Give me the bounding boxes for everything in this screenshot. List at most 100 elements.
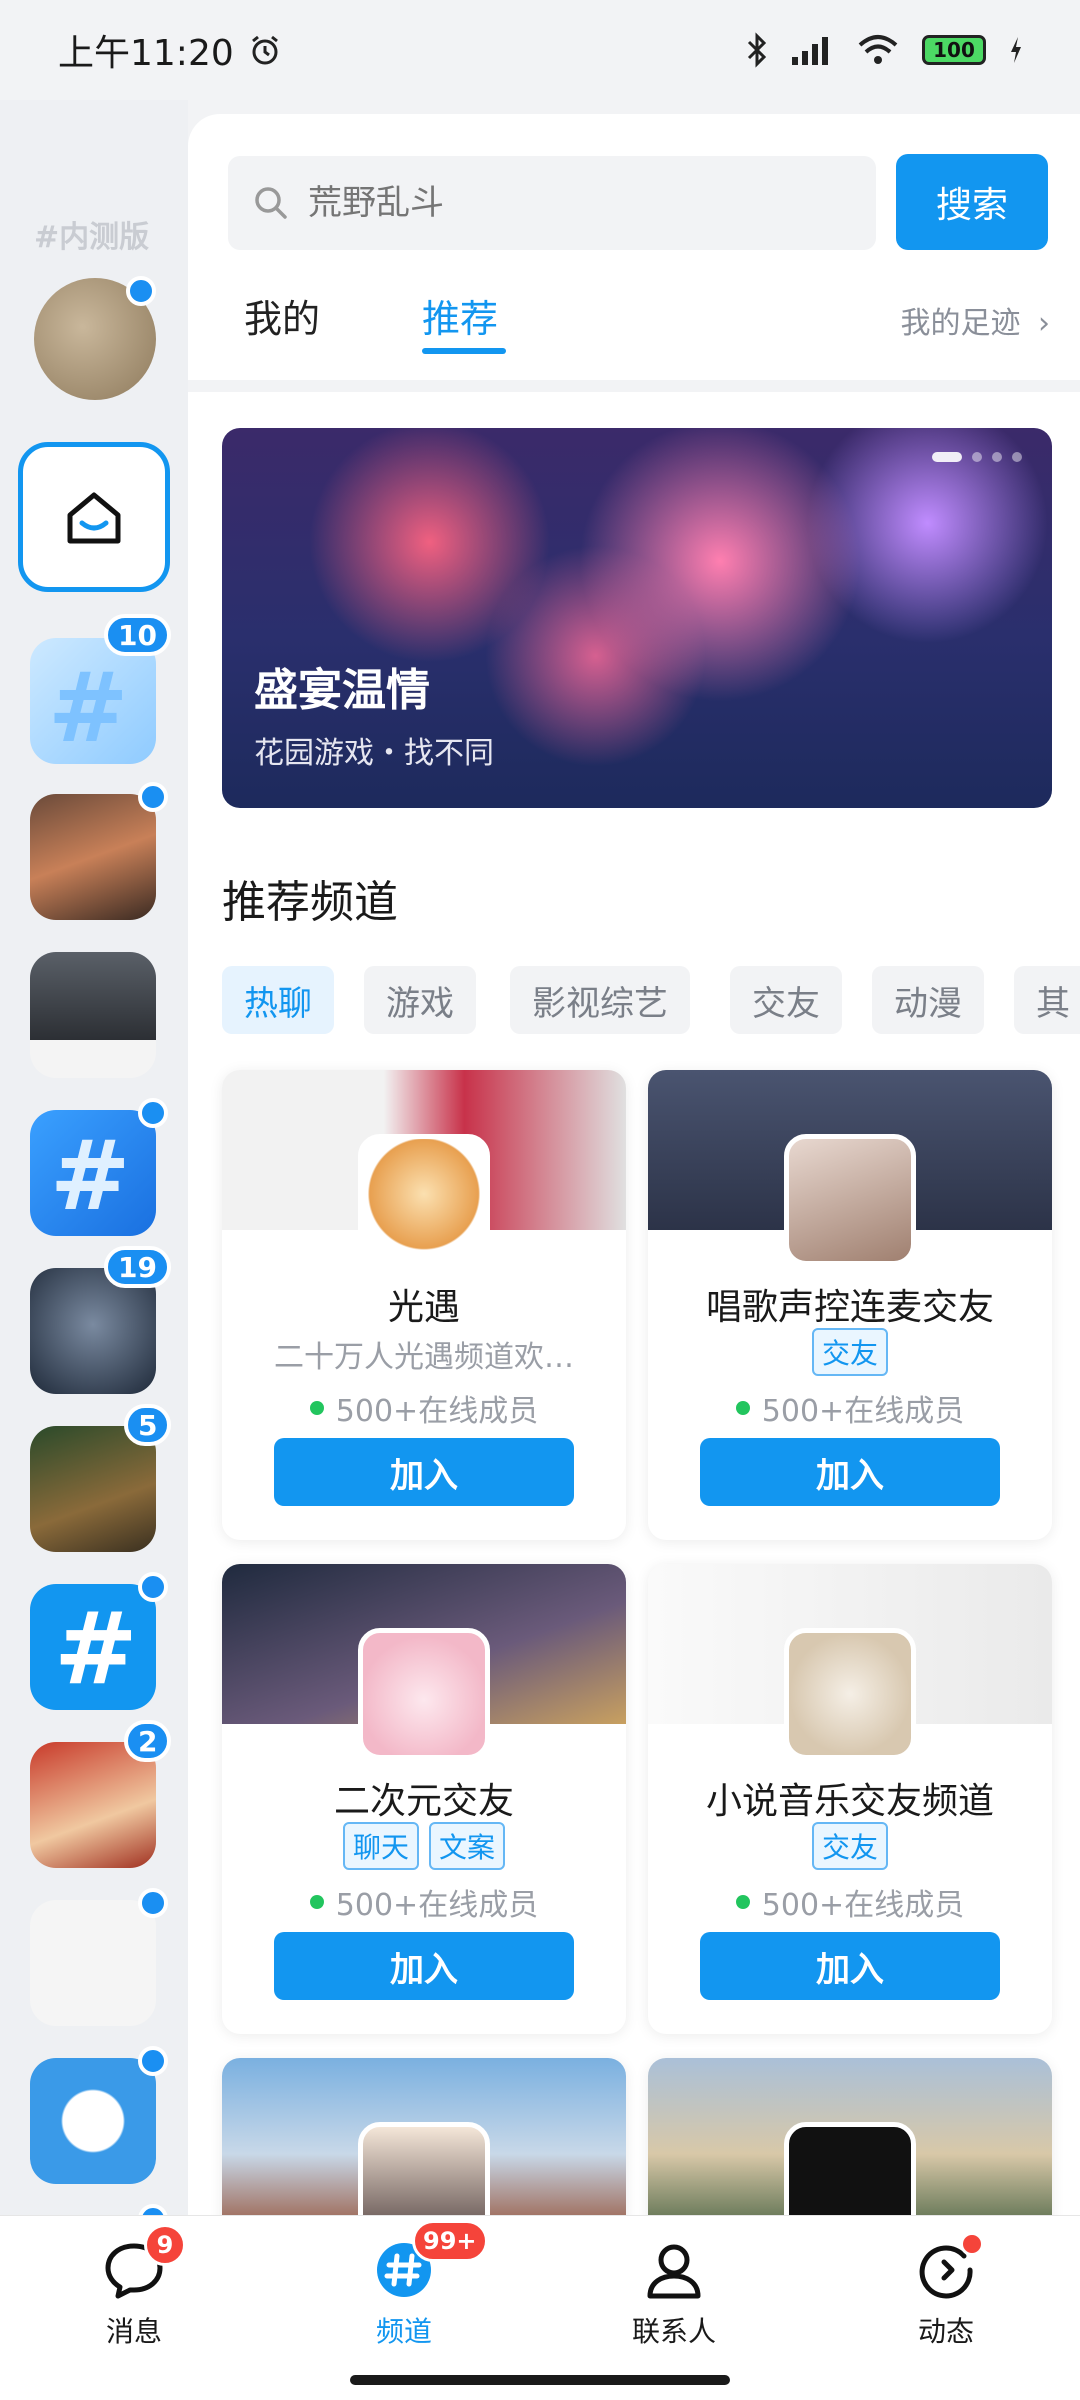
online-label: 500+在线成员: [335, 1888, 539, 1923]
wifi-icon: [858, 35, 898, 64]
rail-channel-6[interactable]: [30, 1426, 156, 1552]
person-icon: [647, 2244, 701, 2299]
bottom-navigation: 9 消息 99+ 频道 联系人 动态: [0, 2215, 1080, 2400]
card-description: 二十万人光遇频道欢…: [274, 1340, 574, 1375]
channel-card[interactable]: 唱歌声控连麦交友 交友 500+在线成员 加入: [648, 1070, 1052, 1540]
online-dot: [309, 1895, 324, 1909]
rail-channel-9[interactable]: [30, 1900, 156, 2026]
rail-channel-4[interactable]: #: [30, 1110, 156, 1236]
card-avatar: [784, 1134, 916, 1266]
banner-dot-active: [932, 452, 962, 462]
search-bar[interactable]: [228, 156, 876, 250]
channel-card[interactable]: 小说音乐交友频道 交友 500+在线成员 加入: [648, 1564, 1052, 2034]
nav-contacts[interactable]: 联系人: [574, 2238, 774, 2350]
category-chip-games[interactable]: 游戏: [364, 966, 476, 1034]
online-label: 500+在线成员: [761, 1888, 965, 1923]
rail-channel-10[interactable]: [30, 2058, 156, 2184]
status-time: 上午11:20: [58, 33, 234, 74]
card-title: 唱歌声控连麦交友: [705, 1287, 994, 1328]
rail-unread-dot: [138, 782, 168, 812]
main-panel: 搜索 我的 推荐 我的足迹 › 盛宴温情 花园游戏・找不同 推荐频道 热聊 游戏…: [188, 114, 1080, 2215]
banner-dot: [972, 452, 982, 462]
signal-icon: [792, 37, 828, 65]
rail-home-button[interactable]: [18, 442, 170, 592]
card-online-count: 500+在线成员: [648, 1386, 1052, 1430]
nav-channels[interactable]: 99+ 频道: [304, 2220, 504, 2350]
banner-dot: [1012, 452, 1022, 462]
online-dot: [309, 1401, 324, 1415]
rail-channel-3[interactable]: [30, 952, 156, 1078]
card-avatar: [358, 1628, 490, 1760]
category-chip-anime[interactable]: 动漫: [872, 966, 984, 1034]
channel-card[interactable]: 二次元交友 聊天 文案 500+在线成员 加入: [222, 1564, 626, 2034]
channels-badge: 99+: [412, 2220, 488, 2262]
nav-channels-label: 频道: [375, 2315, 432, 2348]
section-title: 推荐频道: [222, 877, 398, 928]
rail-channel-8[interactable]: [30, 1742, 156, 1868]
card-online-count: 500+在线成员: [222, 1386, 626, 1430]
card-avatar: [358, 2122, 490, 2215]
channel-card[interactable]: 光遇 二十万人光遇频道欢… 500+在线成员 加入: [222, 1070, 626, 1540]
section-divider: [188, 380, 1080, 392]
nav-messages[interactable]: 9 消息: [34, 2224, 234, 2350]
tab-bar: 我的 推荐 我的足迹 ›: [188, 264, 1080, 384]
avatar-unread-dot: [126, 276, 156, 306]
battery-indicator: 100: [922, 35, 986, 65]
tab-mine[interactable]: 我的: [244, 288, 320, 343]
home-indicator: [350, 2375, 730, 2385]
card-tags: 聊天 文案: [222, 1822, 626, 1870]
channel-card[interactable]: [648, 2058, 1052, 2215]
online-label: 500+在线成员: [335, 1394, 539, 1429]
nav-moments[interactable]: 动态: [846, 2232, 1046, 2350]
moments-unread-dot: [960, 2232, 984, 2256]
category-chip-friends[interactable]: 交友: [730, 966, 842, 1034]
category-chip-more[interactable]: 其: [1014, 966, 1080, 1034]
card-tags: 交友: [648, 1328, 1052, 1376]
card-tag: 聊天: [342, 1822, 419, 1870]
search-icon: [255, 187, 287, 219]
charging-icon: [1011, 37, 1021, 63]
rail-channel-7[interactable]: #: [30, 1584, 156, 1710]
banner-title: 盛宴温情: [254, 665, 430, 716]
online-dot: [735, 1401, 750, 1415]
category-chip-tv[interactable]: 影视综艺: [510, 966, 690, 1034]
bluetooth-icon: [747, 32, 767, 68]
join-button[interactable]: 加入: [700, 1438, 1000, 1506]
rail-badge-1: 10: [104, 614, 171, 656]
nav-messages-label: 消息: [105, 2315, 162, 2348]
tab-recommend[interactable]: 推荐: [422, 288, 498, 343]
channel-rail: #内测版 # 10 # 19 5 # 2: [0, 100, 188, 2315]
rail-badge-2: 19: [104, 1246, 171, 1288]
card-title: 光遇: [387, 1287, 460, 1328]
join-button[interactable]: 加入: [700, 1932, 1000, 2000]
card-tag: 交友: [811, 1822, 888, 1870]
my-footprint-link[interactable]: 我的足迹 ›: [900, 298, 1050, 342]
rail-channel-1[interactable]: #: [30, 638, 156, 764]
hash-icon: #: [50, 1120, 131, 1232]
rail-unread-dot: [138, 2046, 168, 2076]
rail-channel-2[interactable]: [30, 794, 156, 920]
join-button[interactable]: 加入: [274, 1932, 574, 2000]
nav-contacts-label: 联系人: [631, 2315, 716, 2348]
featured-banner[interactable]: 盛宴温情 花园游戏・找不同: [222, 428, 1052, 808]
banner-dot: [992, 452, 1002, 462]
rail-unread-dot: [138, 1098, 168, 1128]
nav-moments-label: 动态: [917, 2315, 974, 2348]
card-tag: 文案: [429, 1822, 506, 1870]
search-button[interactable]: 搜索: [896, 154, 1048, 250]
card-online-count: 500+在线成员: [222, 1880, 626, 1924]
status-bar: 上午11:20 100: [0, 0, 1080, 100]
banner-subtitle: 花园游戏・找不同: [254, 736, 494, 771]
card-avatar: [784, 2122, 916, 2215]
join-button[interactable]: 加入: [274, 1438, 574, 1506]
online-dot: [735, 1895, 750, 1909]
card-title: 二次元交友: [333, 1781, 514, 1822]
messages-badge: 9: [144, 2224, 186, 2266]
home-icon: [67, 492, 121, 544]
channel-card[interactable]: [222, 2058, 626, 2215]
search-input[interactable]: [308, 183, 848, 223]
chevron-right-icon: ›: [1038, 306, 1050, 341]
card-avatar: [358, 1134, 490, 1266]
category-chip-hot[interactable]: 热聊: [222, 966, 334, 1034]
online-label: 500+在线成员: [761, 1394, 965, 1429]
